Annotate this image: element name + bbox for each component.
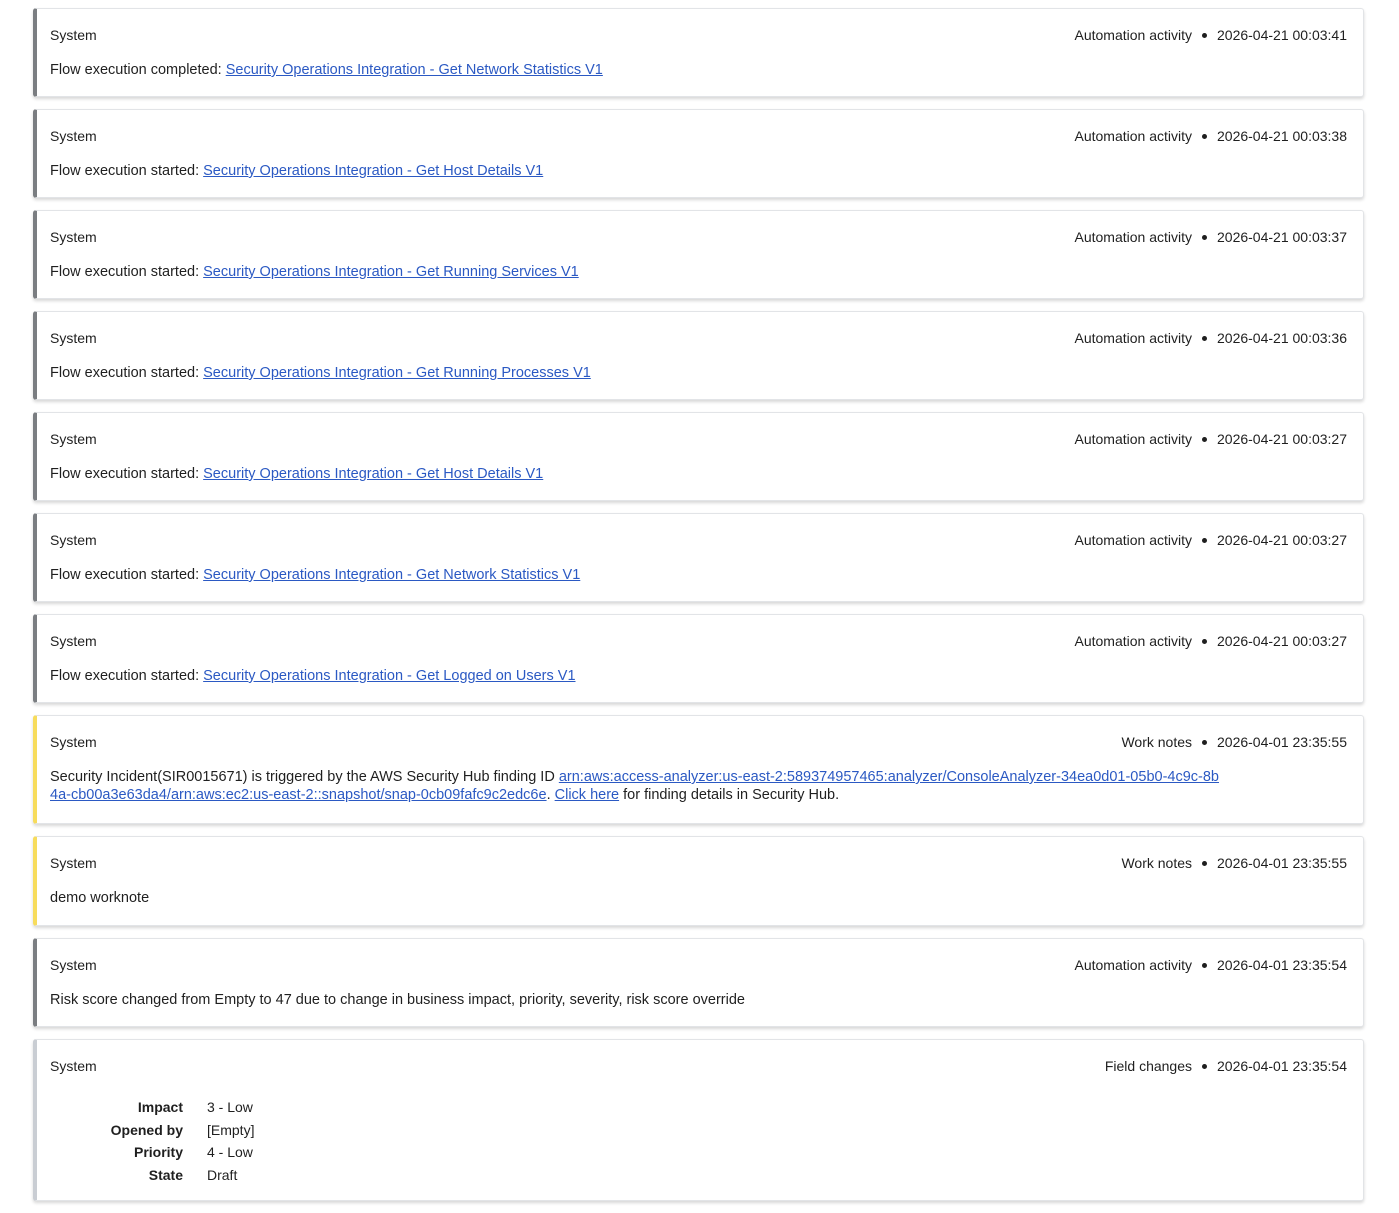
field-value: 4 - Low — [207, 1144, 253, 1160]
worknote-entry: System Work notes 2026-04-01 23:35:55 Sec… — [33, 715, 1364, 824]
entry-category: Automation activity — [1074, 532, 1193, 548]
entry-author: System — [50, 633, 97, 649]
activity-entry: System Automation activity 2026-04-21 00:… — [33, 412, 1364, 501]
entry-text: Flow execution started: — [50, 163, 204, 179]
separator-dot — [1202, 860, 1207, 866]
entry-category: Automation activity — [1074, 633, 1193, 649]
flow-link[interactable]: Security Operations Integration - Get Ho… — [203, 163, 543, 179]
entry-author: System — [50, 330, 97, 346]
activity-entry: System Automation activity 2026-04-01 23:… — [33, 938, 1364, 1027]
flow-link[interactable]: Security Operations Integration - Get Ru… — [203, 365, 591, 381]
worknote-text: demo worknote — [50, 890, 150, 906]
flow-link[interactable]: Security Operations Integration - Get Ne… — [226, 62, 603, 78]
activity-entry: System Automation activity 2026-04-21 00:… — [33, 513, 1364, 602]
click-here-link[interactable]: Click here — [555, 787, 619, 803]
field-label: Priority — [133, 1144, 183, 1160]
entry-text: Flow execution completed: — [50, 62, 226, 78]
entry-text: Flow execution started: — [50, 567, 204, 583]
separator-dot — [1202, 133, 1207, 139]
activity-entry: System Automation activity 2026-04-21 00:… — [33, 311, 1364, 400]
separator-dot — [1202, 1063, 1207, 1069]
separator-dot — [1202, 537, 1207, 543]
entry-timestamp: 2026-04-01 23:35:54 — [1217, 957, 1347, 973]
entry-author: System — [50, 128, 97, 144]
entry-timestamp: 2026-04-21 00:03:37 — [1217, 229, 1347, 245]
entry-category: Work notes — [1121, 734, 1192, 750]
worknote-text: for finding details in Security Hub. — [619, 787, 840, 803]
field-label: Impact — [137, 1099, 183, 1115]
field-value: [Empty] — [207, 1121, 255, 1138]
entry-category: Automation activity — [1074, 229, 1193, 245]
field-change-row: State Draft — [50, 1164, 1347, 1187]
entry-category: Automation activity — [1074, 330, 1193, 346]
entry-author: System — [50, 229, 97, 245]
separator-dot — [1202, 32, 1207, 38]
entry-text: Flow execution started: — [50, 466, 204, 482]
entry-text: Flow execution started: — [50, 365, 204, 381]
entry-category: Automation activity — [1074, 27, 1193, 43]
entry-author: System — [50, 855, 97, 871]
entry-author: System — [50, 957, 97, 973]
entry-text: Flow execution started: — [50, 668, 204, 684]
separator-dot — [1202, 234, 1207, 240]
entry-timestamp: 2026-04-21 00:03:36 — [1217, 330, 1347, 346]
entry-category: Work notes — [1121, 855, 1192, 871]
field-change-row: Opened by [Empty] — [50, 1119, 1347, 1142]
entry-text: Risk score changed from Empty to 47 due … — [50, 992, 745, 1008]
entry-timestamp: 2026-04-01 23:35:55 — [1217, 734, 1347, 750]
entry-category: Automation activity — [1074, 128, 1193, 144]
activity-entry: System Automation activity 2026-04-21 00:… — [33, 8, 1364, 97]
entry-timestamp: 2026-04-21 00:03:27 — [1217, 532, 1347, 548]
separator-dot — [1202, 436, 1207, 442]
field-changes-entry: System Field changes 2026-04-01 23:35:54 … — [33, 1039, 1364, 1201]
worknote-text: Security Incident(SIR0015671) is trigger… — [50, 769, 559, 785]
activity-entry: System Automation activity 2026-04-21 00:… — [33, 614, 1364, 703]
field-changes-table: Impact 3 - Low Opened by [Empty] Priority 4… — [50, 1092, 1347, 1200]
entry-timestamp: 2026-04-21 00:03:27 — [1217, 431, 1347, 447]
separator-dot — [1202, 335, 1207, 341]
activity-entry: System Automation activity 2026-04-21 00:… — [33, 109, 1364, 198]
field-value: 3 - Low — [207, 1099, 253, 1115]
entry-timestamp: 2026-04-21 00:03:38 — [1217, 128, 1347, 144]
entry-author: System — [50, 1058, 97, 1074]
entry-category: Automation activity — [1074, 431, 1193, 447]
entry-author: System — [50, 27, 97, 43]
worknote-text: . — [546, 787, 555, 803]
field-label: Opened by — [110, 1121, 183, 1138]
field-value: Draft — [207, 1166, 238, 1183]
flow-link[interactable]: Security Operations Integration - Get Ru… — [203, 264, 579, 280]
entry-timestamp: 2026-04-21 00:03:41 — [1217, 27, 1347, 43]
separator-dot — [1202, 739, 1207, 745]
entry-category: Field changes — [1104, 1058, 1192, 1074]
worknote-entry: System Work notes 2026-04-01 23:35:55 dem… — [33, 836, 1364, 926]
entry-timestamp: 2026-04-21 00:03:27 — [1217, 633, 1347, 649]
flow-link[interactable]: Security Operations Integration - Get Lo… — [203, 668, 575, 684]
separator-dot — [1202, 638, 1207, 644]
field-label: State — [148, 1166, 183, 1183]
flow-link[interactable]: Security Operations Integration - Get Ne… — [203, 567, 580, 583]
activity-entry: System Automation activity 2026-04-21 00:… — [33, 210, 1364, 299]
entry-author: System — [50, 734, 97, 750]
entry-category: Automation activity — [1074, 957, 1193, 973]
entry-timestamp: 2026-04-01 23:35:55 — [1217, 855, 1347, 871]
field-change-row: Priority 4 - Low — [50, 1141, 1347, 1164]
field-change-row: Impact 3 - Low — [50, 1096, 1347, 1119]
flow-link[interactable]: Security Operations Integration - Get Ho… — [203, 466, 543, 482]
entry-text: Flow execution started: — [50, 264, 204, 280]
entry-timestamp: 2026-04-01 23:35:54 — [1217, 1058, 1347, 1074]
activity-stream: System Automation activity 2026-04-21 00:… — [33, 8, 1364, 1213]
entry-author: System — [50, 532, 97, 548]
entry-author: System — [50, 431, 97, 447]
separator-dot — [1202, 962, 1207, 968]
